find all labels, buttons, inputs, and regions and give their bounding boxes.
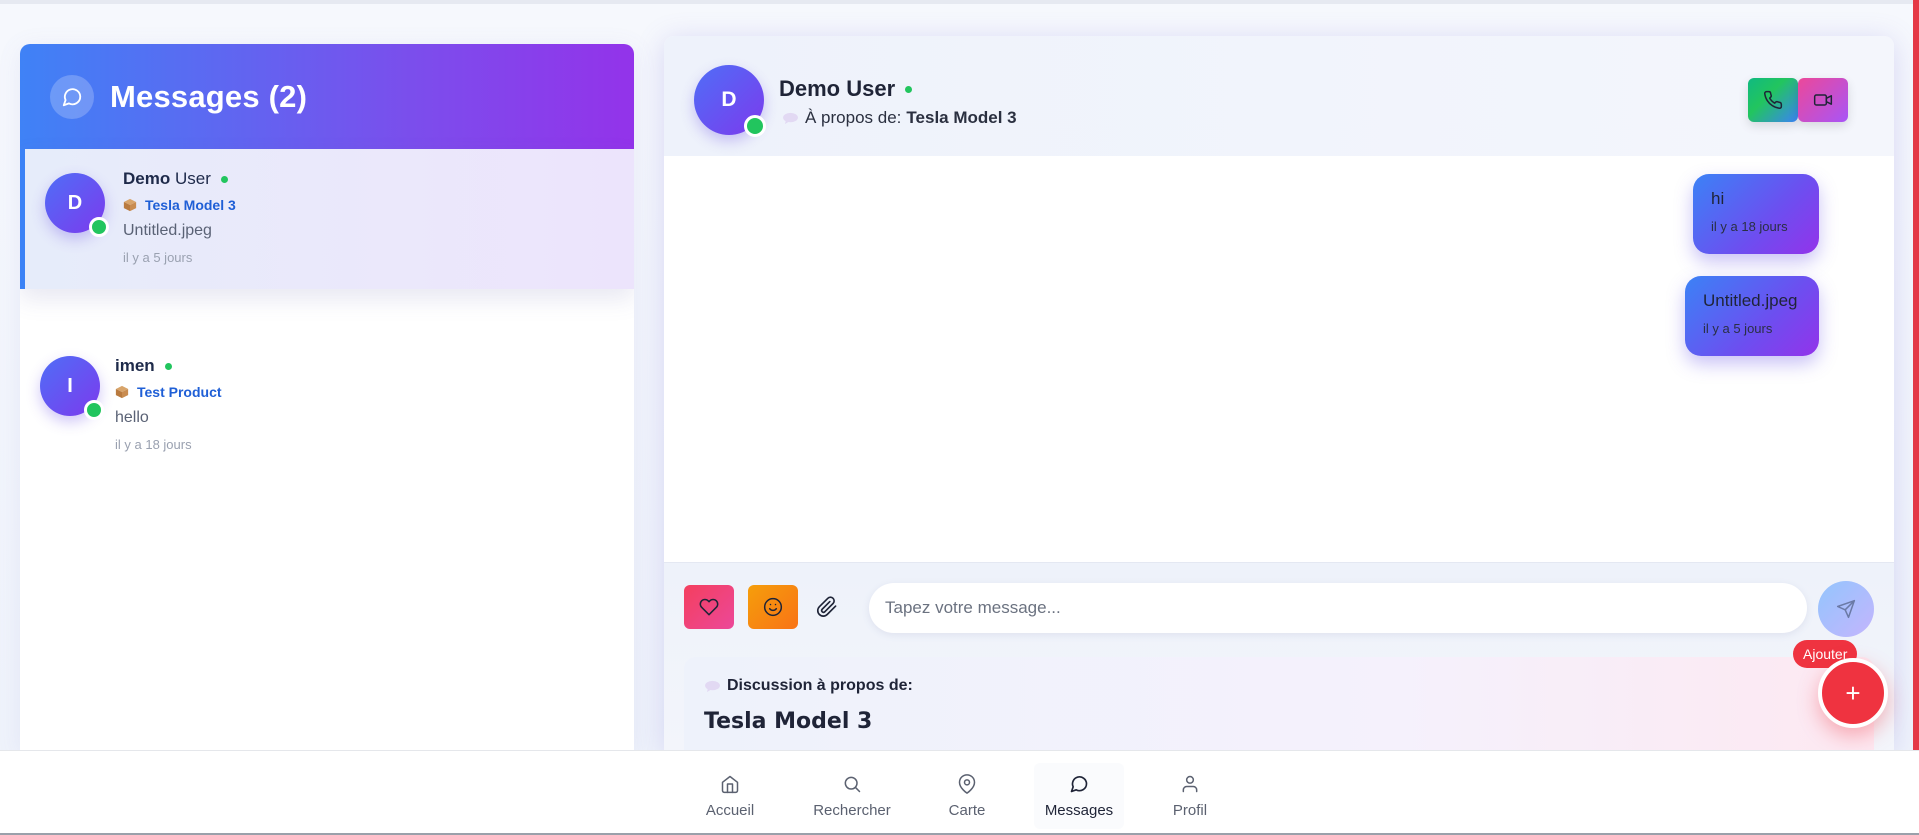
conversation-text: Demo User Tesla Model 3 Untitled.jpeg il… bbox=[123, 169, 236, 265]
online-status-dot bbox=[84, 400, 104, 420]
like-button[interactable] bbox=[684, 585, 734, 629]
chat-about-prefix: À propos de: bbox=[805, 108, 902, 127]
conversation-last-message: Untitled.jpeg bbox=[123, 222, 212, 239]
top-divider bbox=[0, 0, 1919, 4]
emoji-button[interactable] bbox=[748, 585, 798, 629]
nav-item-home[interactable]: Accueil bbox=[700, 763, 760, 829]
user-icon bbox=[1182, 775, 1198, 792]
right-edge-strip bbox=[1913, 0, 1919, 760]
nav-item-search[interactable]: Rechercher bbox=[806, 763, 898, 829]
paperclip-icon bbox=[816, 596, 837, 617]
online-indicator bbox=[164, 362, 172, 370]
conversations-panel: Messages (2) D Demo User Tesla Model 3 U… bbox=[20, 44, 634, 750]
nav-item-profile[interactable]: Profil bbox=[1166, 763, 1214, 829]
conversation-name: Demo User bbox=[123, 169, 236, 189]
online-status-dot bbox=[744, 115, 766, 137]
send-icon bbox=[1836, 599, 1856, 619]
conversation-item-demo-user[interactable]: D Demo User Tesla Model 3 Untitled.jpeg … bbox=[20, 149, 634, 289]
message-text: hi bbox=[1711, 189, 1725, 208]
conversation-product-name: Tesla Model 3 bbox=[145, 197, 236, 213]
conversation-name-text: imen bbox=[115, 356, 155, 375]
nav-label: Carte bbox=[948, 801, 986, 819]
chat-about: À propos de: Tesla Model 3 bbox=[782, 108, 1017, 128]
avatar: D bbox=[45, 173, 109, 237]
conversation-product: Test Product bbox=[115, 384, 222, 400]
online-status-dot bbox=[89, 217, 109, 237]
product-context-card: Discussion à propos de: Tesla Model 3 bbox=[684, 657, 1874, 750]
message-bubble: Untitled.jpeg il y a 5 jours bbox=[1685, 276, 1819, 356]
message-bubble: hi il y a 18 jours bbox=[1693, 174, 1819, 254]
chat-header: D Demo User À propos de: Tesla Model 3 bbox=[664, 36, 1894, 156]
conversation-name-last: User bbox=[174, 169, 211, 188]
nav-label: Messages bbox=[1044, 801, 1114, 819]
app-page: Messages (2) D Demo User Tesla Model 3 U… bbox=[0, 0, 1919, 835]
messages-area: hi il y a 18 jours Untitled.jpeg il y a … bbox=[664, 156, 1894, 562]
nav-item-map[interactable]: Carte bbox=[942, 763, 992, 829]
conversation-name: imen bbox=[115, 356, 222, 376]
chat-contact-name: Demo User bbox=[779, 76, 913, 102]
attach-button[interactable] bbox=[810, 585, 844, 629]
speech-bubble-icon bbox=[705, 680, 720, 692]
video-call-button[interactable] bbox=[1798, 78, 1848, 122]
avatar: I bbox=[40, 356, 104, 420]
conversations-title: Messages (2) bbox=[110, 78, 308, 114]
phone-icon bbox=[1764, 90, 1783, 109]
chat-contact-name-text: Demo User bbox=[779, 76, 896, 101]
message-text: Untitled.jpeg bbox=[1703, 291, 1798, 310]
chat-panel: D Demo User À propos de: Tesla Model 3 h… bbox=[664, 36, 1894, 750]
product-card-label-text: Discussion à propos de: bbox=[727, 677, 913, 694]
conversation-product: Tesla Model 3 bbox=[123, 197, 236, 213]
conversation-time: il y a 5 jours bbox=[123, 250, 193, 265]
online-indicator bbox=[905, 85, 913, 93]
package-icon bbox=[123, 198, 137, 212]
message-input[interactable] bbox=[869, 583, 1807, 633]
product-card-label: Discussion à propos de: bbox=[704, 677, 1854, 695]
message-circle-icon bbox=[1070, 775, 1088, 792]
avatar-initial: D bbox=[67, 191, 83, 214]
nav-item-messages[interactable]: Messages bbox=[1034, 763, 1124, 829]
heart-icon bbox=[699, 598, 719, 616]
message-time: il y a 5 jours bbox=[1703, 321, 1773, 336]
message-time: il y a 18 jours bbox=[1711, 219, 1788, 234]
smile-icon bbox=[763, 597, 783, 617]
bottom-navigation: Accueil Rechercher Carte Messages Profil bbox=[0, 750, 1919, 835]
home-icon bbox=[721, 775, 739, 793]
nav-label: Accueil bbox=[705, 801, 755, 819]
send-button[interactable] bbox=[1818, 581, 1874, 637]
message-circle-icon bbox=[50, 74, 94, 119]
map-pin-icon bbox=[958, 773, 976, 794]
conversation-time: il y a 18 jours bbox=[115, 437, 192, 452]
conversation-name-first: Demo bbox=[123, 169, 171, 188]
chat-about-product: Tesla Model 3 bbox=[906, 108, 1017, 127]
avatar-initial: I bbox=[67, 374, 73, 397]
avatar-initial: D bbox=[721, 88, 737, 111]
nav-label: Profil bbox=[1172, 801, 1208, 819]
conversation-item-imen[interactable]: I imen Test Product hello il y a 18 jour… bbox=[20, 296, 634, 452]
conversation-last-message: hello bbox=[115, 409, 149, 426]
speech-bubble-icon bbox=[783, 112, 798, 124]
chat-contact-avatar: D bbox=[694, 65, 766, 137]
conversation-product-name: Test Product bbox=[137, 384, 222, 400]
message-composer: Discussion à propos de: Tesla Model 3 bbox=[664, 562, 1894, 750]
plus-icon: + bbox=[1845, 677, 1861, 708]
search-icon bbox=[844, 776, 861, 792]
online-indicator bbox=[220, 175, 228, 183]
package-icon bbox=[115, 385, 129, 399]
add-button[interactable]: + bbox=[1818, 658, 1888, 728]
conversation-text: imen Test Product hello il y a 18 jours bbox=[115, 356, 222, 452]
nav-label: Rechercher bbox=[813, 801, 891, 819]
video-icon bbox=[1813, 94, 1833, 106]
call-button[interactable] bbox=[1748, 78, 1798, 122]
conversations-header: Messages (2) bbox=[20, 44, 634, 149]
product-card-title: Tesla Model 3 bbox=[704, 709, 873, 734]
